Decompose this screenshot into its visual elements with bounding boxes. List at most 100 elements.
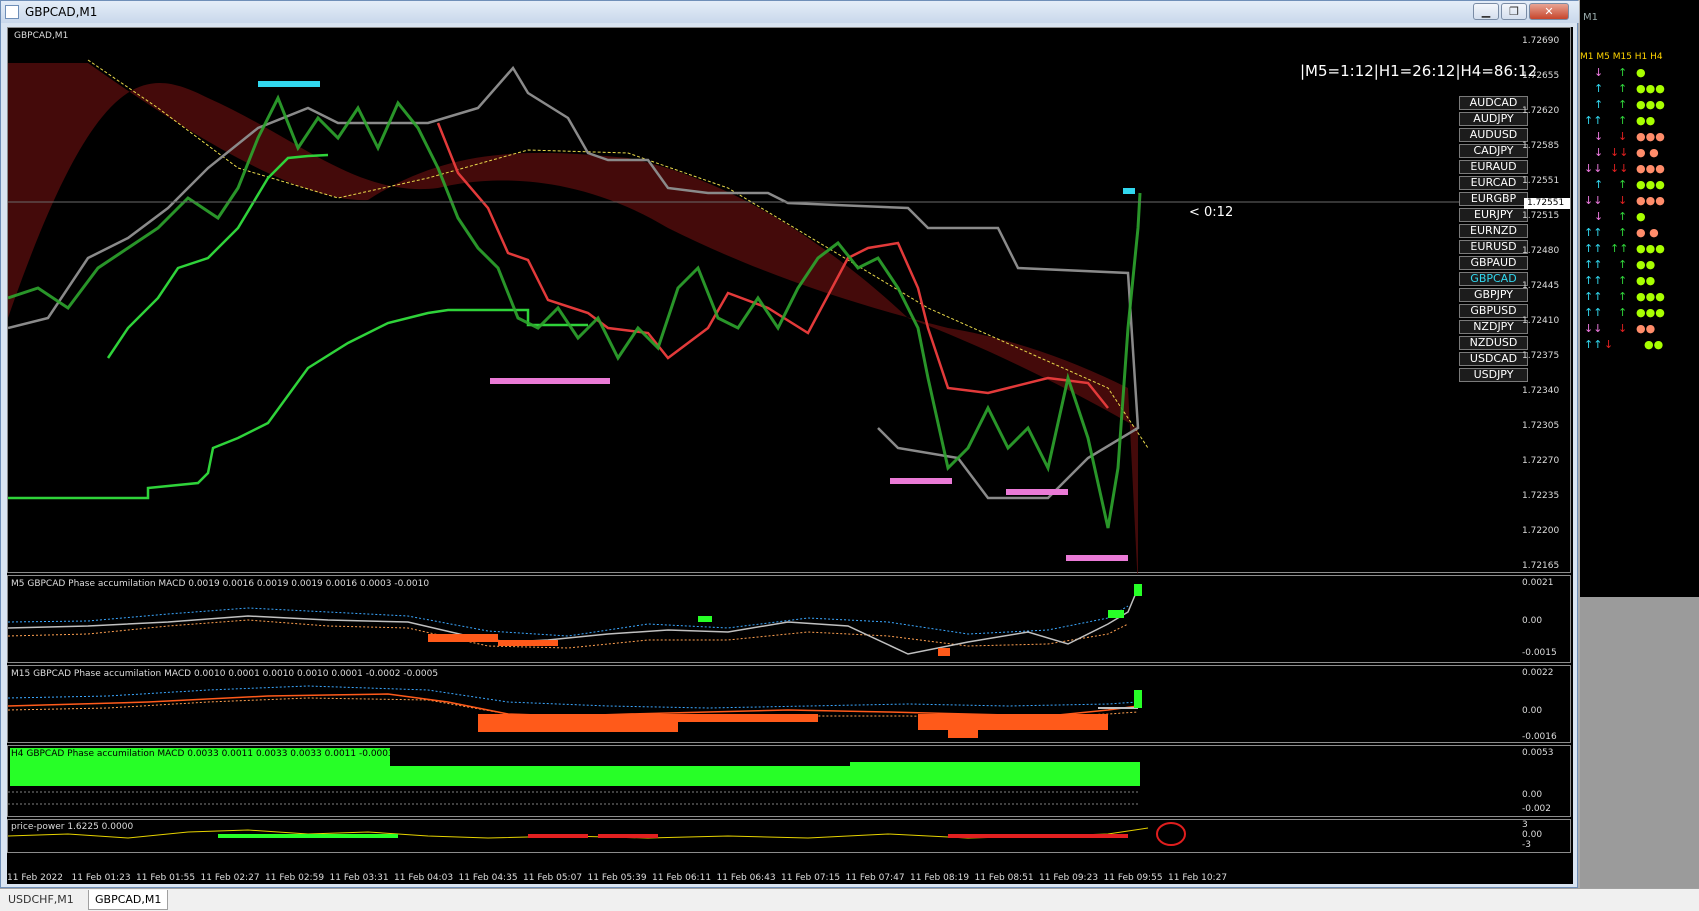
time-axis-tick: 11 Feb 02:59 (265, 873, 325, 883)
svg-text:●: ● (1636, 66, 1646, 79)
svg-text:↓↓: ↓↓ (1610, 146, 1628, 159)
svg-text:↑↑: ↑↑ (1584, 306, 1602, 319)
svg-text:↑: ↑ (1618, 258, 1627, 271)
indicator-pane-price-power[interactable]: price-power 1.6225 0.0000 3 0.00 -3 (7, 819, 1571, 853)
svg-text:●●●: ●●● (1636, 290, 1665, 303)
time-axis-tick: 11 Feb 06:11 (652, 873, 712, 883)
price-axis-tick: 1.72165 (1522, 561, 1560, 571)
maximize-button[interactable]: ❐ (1501, 3, 1527, 20)
m5-macd-svg (8, 584, 1142, 656)
price-axis-tick: 1.72620 (1522, 106, 1560, 116)
svg-text:↑↑: ↑↑ (1584, 338, 1602, 351)
price-axis: 1.72690 1.72655 1.72620 1.72585 1.72551 1.725… (1518, 28, 1570, 574)
svg-text:↑↑: ↑↑ (1584, 114, 1602, 127)
svg-text:↑: ↑ (1618, 306, 1627, 319)
pp-axis-bottom: -3 (1522, 840, 1531, 850)
chart-window-icon (5, 5, 19, 19)
time-axis-tick: 11 Feb 10:27 (1168, 873, 1228, 883)
h4-axis-mid: 0.00 (1522, 790, 1543, 800)
svg-text:↓: ↓ (1594, 130, 1603, 143)
price-pane[interactable]: GBPCAD,M1 |M5=1:12|H1=26:12|H4=86:12 < 0… (7, 27, 1571, 574)
svg-text:↑↑: ↑↑ (1584, 226, 1602, 239)
m15-indicator-label: M15 GBPCAD Phase accumilation MACD 0.001… (11, 669, 439, 679)
price-axis-tick: 1.72655 (1522, 71, 1560, 81)
tab-gbpcad[interactable]: GBPCAD,M1 (88, 890, 169, 910)
time-axis-tick: 11 Feb 03:31 (329, 873, 389, 883)
svg-text:↓: ↓ (1618, 322, 1627, 335)
indicator-pane-m15[interactable]: M15 GBPCAD Phase accumilation MACD 0.001… (7, 665, 1571, 743)
minimize-button[interactable]: ▁ (1473, 3, 1499, 20)
svg-text:↑↑: ↑↑ (1584, 242, 1602, 255)
svg-text:●●●: ●●● (1636, 194, 1665, 207)
price-axis-tick: 1.72200 (1522, 526, 1560, 536)
svg-text:↓↓: ↓↓ (1584, 194, 1602, 207)
price-axis-tick: 1.72235 (1522, 491, 1560, 501)
svg-text:↑: ↑ (1618, 66, 1627, 79)
svg-text:●●: ●● (1644, 338, 1663, 351)
svg-text:●●: ●● (1636, 322, 1655, 335)
time-axis-tick: 11 Feb 05:07 (523, 873, 583, 883)
price-axis-tick: 1.72515 (1522, 211, 1560, 221)
time-axis-tick: 11 Feb 09:23 (1039, 873, 1099, 883)
price-axis-tick: 1.72340 (1522, 386, 1560, 396)
h4-axis-top: 0.0053 (1522, 748, 1554, 758)
time-axis-tick: 11 Feb 01:23 (71, 873, 131, 883)
svg-text:↑: ↑ (1618, 98, 1627, 111)
svg-text:●●●: ●●● (1636, 98, 1665, 111)
price-axis-tick: 1.72270 (1522, 456, 1560, 466)
chart-tab-bar: USDCHF,M1 GBPCAD,M1 (0, 888, 1699, 911)
time-axis-tick: 11 Feb 04:03 (394, 873, 454, 883)
m15-axis-top: 0.0022 (1522, 668, 1554, 678)
close-button[interactable]: ✕ (1529, 3, 1569, 20)
chart-window: GBPCAD,M1 ▁ ❐ ✕ GBPCAD,M1 |M5=1:12|H1=26… (0, 0, 1579, 888)
price-axis-tick: 1.72410 (1522, 316, 1560, 326)
svg-text:↑: ↑ (1618, 82, 1627, 95)
h4-indicator-label: H4 GBPCAD Phase accumilation MACD 0.0033… (11, 749, 432, 759)
tab-usdchf[interactable]: USDCHF,M1 (2, 890, 80, 909)
time-axis-tick: 11 Feb 2022 (7, 873, 64, 883)
svg-text:● ●: ● ● (1636, 146, 1659, 159)
svg-text:↑: ↑ (1594, 98, 1603, 111)
m15-axis-mid: 0.00 (1522, 706, 1543, 716)
time-axis-tick: 11 Feb 08:19 (910, 873, 970, 883)
price-axis-tick: 1.72585 (1522, 141, 1560, 151)
svg-text:↑: ↑ (1618, 210, 1627, 223)
indicator-pane-h4[interactable]: H4 GBPCAD Phase accumilation MACD 0.0033… (7, 745, 1571, 817)
chart-symbol-label: GBPCAD,M1 (14, 31, 69, 41)
time-axis-tick: 11 Feb 02:27 (200, 873, 260, 883)
price-axis-tick: 1.72445 (1522, 281, 1560, 291)
m5-axis: 0.0021 0.00 -0.0015 (1518, 576, 1570, 664)
svg-text:●●●: ●●● (1636, 162, 1665, 175)
svg-text:●●●: ●●● (1636, 242, 1665, 255)
svg-text:↑: ↑ (1618, 226, 1627, 239)
svg-text:●●: ●● (1636, 274, 1655, 287)
svg-text:●●: ●● (1636, 114, 1655, 127)
price-axis-tick: 1.72690 (1522, 36, 1560, 46)
side-panel-corner-tag: M1 (1583, 12, 1598, 23)
side-panel-top: M1 M1 M5 M15 H1 H4 ↓ ↑ ● ↑ ↑ ●●● ↑ ↑ ●●● ↑↑ ↑ ●●… (1580, 0, 1699, 595)
svg-text:●: ● (1636, 210, 1646, 223)
time-axis: 11 Feb 2022 11 Feb 01:23 11 Feb 01:55 11 Fe… (7, 873, 1571, 885)
h4-axis: 0.0053 0.00 -0.002 (1518, 746, 1570, 818)
price-axis-tick: 1.72375 (1522, 351, 1560, 361)
svg-text:●●●: ●●● (1636, 178, 1665, 191)
window-title: GBPCAD,M1 (25, 5, 98, 19)
svg-text:↓: ↓ (1618, 194, 1627, 207)
m5-axis-top: 0.0021 (1522, 578, 1554, 588)
current-price-tag: 1.72551 (1524, 198, 1570, 209)
price-power-axis: 3 0.00 -3 (1518, 820, 1570, 854)
svg-text:●●: ●● (1636, 258, 1655, 271)
chart-area[interactable]: GBPCAD,M1 |M5=1:12|H1=26:12|H4=86:12 < 0… (7, 27, 1573, 884)
price-chart-svg (8, 59, 1520, 574)
time-axis-tick: 11 Feb 07:47 (845, 873, 905, 883)
indicator-pane-m5[interactable]: M5 GBPCAD Phase accumilation MACD 0.0019… (7, 575, 1571, 663)
svg-text:↑↑: ↑↑ (1610, 242, 1628, 255)
price-power-svg (8, 822, 1186, 846)
svg-text:↑↑: ↑↑ (1584, 258, 1602, 271)
title-bar: GBPCAD,M1 ▁ ❐ ✕ (1, 1, 1579, 23)
svg-text:● ●: ● ● (1636, 226, 1659, 239)
timeframe-header: M1 M5 M15 H1 H4 (1580, 52, 1663, 62)
svg-text:↓: ↓ (1594, 66, 1603, 79)
svg-text:↓: ↓ (1604, 338, 1613, 351)
svg-text:●●●: ●●● (1636, 82, 1665, 95)
